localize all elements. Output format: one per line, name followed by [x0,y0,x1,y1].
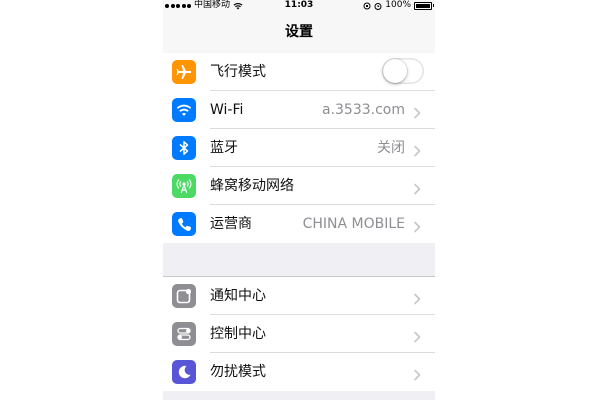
bluetooth-icon [172,136,196,160]
settings-row-control[interactable]: 控制中心 [163,315,435,353]
chevron-right-icon [411,328,423,343]
settings-row-airplane[interactable]: 飞行模式 [163,53,435,91]
settings-row-label: 蓝牙 [210,140,238,156]
toggle-knob [383,59,407,83]
control-center-icon [172,322,196,346]
settings-row-label: 控制中心 [210,326,266,342]
airplane-icon [172,60,196,84]
phone-icon [172,212,196,236]
chevron-right-icon [411,104,423,119]
settings-row-value: a.3533.com [321,102,405,118]
nav-bar: 设置 [163,11,435,54]
settings-row-carrier[interactable]: 运营商 CHINA MOBILE [163,205,435,243]
settings-row-label: 蜂窝移动网络 [210,178,294,194]
settings-row-cellular[interactable]: 蜂窝移动网络 [163,167,435,205]
moon-icon [172,360,196,384]
notification-center-icon [172,284,196,308]
chevron-right-icon [411,142,423,157]
chevron-right-icon [411,180,423,195]
rotation-lock-icon [363,2,371,9]
settings-row-label: 通知中心 [210,288,266,304]
chevron-right-icon [411,366,423,381]
settings-row-label: Wi-Fi [210,102,244,118]
chevron-right-icon [411,290,423,305]
battery-icon [414,1,434,10]
connectivity-group: 飞行模式 Wi-Fi a.3533.com 蓝牙 关闭蜂窝移动网络 运营商 CHINA MO… [163,53,435,243]
settings-row-label: 飞行模式 [210,64,266,80]
wifi-icon [172,98,196,122]
settings-row-wifi[interactable]: Wi-Fi a.3533.com [163,91,435,129]
settings-row-dnd[interactable]: 勿扰模式 [163,353,435,391]
settings-row-value: 关闭 [377,140,405,156]
system-group: 通知中心控制中心勿扰模式 [163,276,435,391]
cellular-icon [172,174,196,198]
chevron-right-icon [411,218,423,233]
battery-percent: 100% [385,0,411,10]
page-title: 设置 [285,24,313,40]
settings-row-notification[interactable]: 通知中心 [163,277,435,315]
settings-row-label: 勿扰模式 [210,364,266,380]
status-bar: 中国移动 11:03 100% [163,0,435,11]
settings-row-value: CHINA MOBILE [302,216,405,232]
settings-row-label: 运营商 [210,216,252,232]
airplane-toggle[interactable] [382,58,424,84]
settings-screen: 中国移动 11:03 100% 设置 飞行模式 Wi-Fi a.3533.com 蓝牙… [163,0,435,400]
settings-row-bluetooth[interactable]: 蓝牙 关闭 [163,129,435,167]
alarm-icon [374,2,382,10]
